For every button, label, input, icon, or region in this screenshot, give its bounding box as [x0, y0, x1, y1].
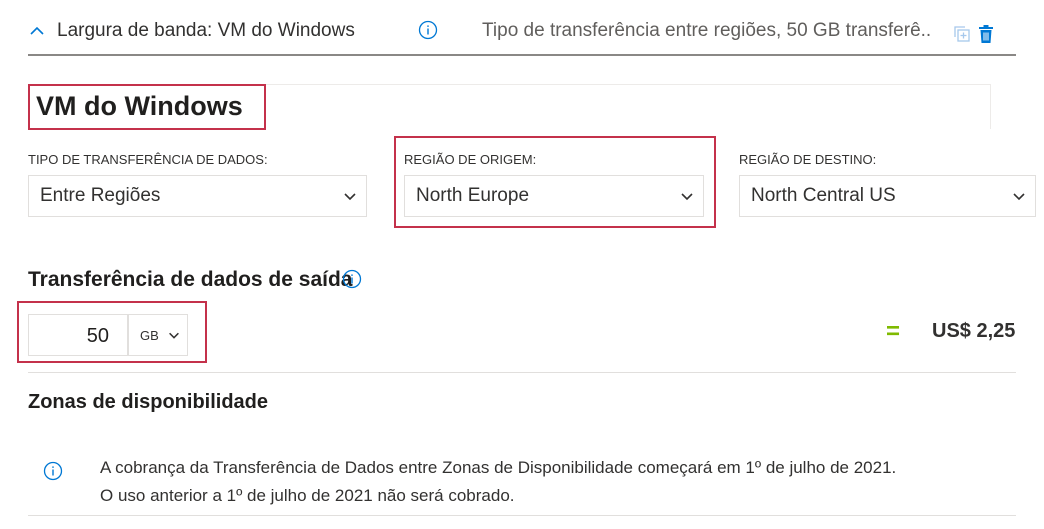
header-divider	[28, 54, 1016, 56]
info-icon[interactable]	[342, 269, 362, 289]
chevron-down-icon	[1013, 193, 1025, 201]
section-divider	[28, 372, 1016, 373]
chevron-down-icon	[344, 193, 356, 201]
card-title: Largura de banda: VM do Windows	[57, 20, 355, 41]
outbound-title: Transferência de dados de saída	[28, 268, 353, 291]
source-region-label: REGIÃO DE ORIGEM:	[404, 152, 537, 167]
transfer-type-label: TIPO DE TRANSFERÊNCIA DE DADOS:	[28, 152, 268, 167]
source-region-value: North Europe	[416, 185, 530, 206]
unit-select[interactable]: GB	[128, 314, 188, 356]
transfer-type-select[interactable]: Entre Regiões	[28, 175, 367, 217]
unit-value: GB	[140, 328, 159, 343]
name-value[interactable]: VM do Windows	[36, 91, 243, 122]
bandwidth-card-header[interactable]: Largura de banda: VM do Windows Tipo de …	[0, 0, 1044, 60]
transfer-type-value: Entre Regiões	[40, 185, 161, 206]
dest-region-value: North Central US	[751, 185, 896, 206]
chevron-down-icon	[169, 332, 179, 339]
chevron-down-icon	[681, 193, 693, 201]
trash-icon[interactable]	[977, 24, 995, 44]
info-icon	[43, 461, 63, 481]
clone-icon[interactable]	[953, 25, 971, 43]
chevron-up-icon[interactable]	[28, 22, 46, 40]
dest-region-select[interactable]: North Central US	[739, 175, 1036, 217]
source-region-select[interactable]: North Europe	[404, 175, 704, 217]
quantity-input[interactable]: 50	[28, 314, 128, 356]
availability-note-line2: O uso anterior a 1º de julho de 2021 não…	[100, 486, 515, 505]
availability-title: Zonas de disponibilidade	[28, 391, 269, 413]
info-icon[interactable]	[418, 20, 438, 40]
availability-note-line1: A cobrança da Transferência de Dados ent…	[100, 458, 897, 477]
dest-region-label: REGIÃO DE DESTINO:	[739, 152, 877, 167]
bottom-divider	[28, 515, 1016, 516]
equals-sign: =	[886, 318, 901, 345]
card-description: Tipo de transferência entre regiões, 50 …	[482, 20, 932, 41]
price-value: US$ 2,25	[932, 320, 1016, 342]
